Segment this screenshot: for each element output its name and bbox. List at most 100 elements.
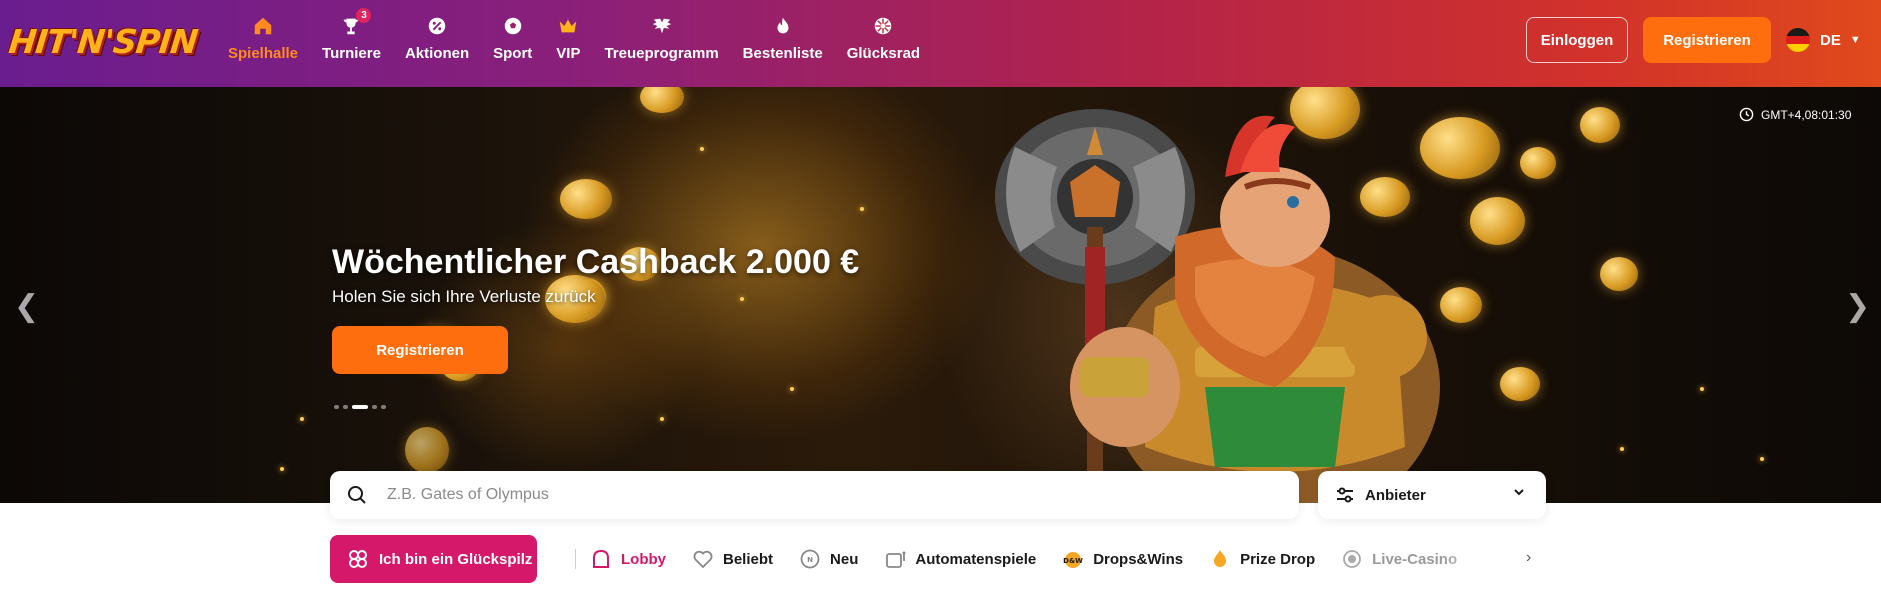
language-selector[interactable]: DE ▼ (1786, 27, 1861, 53)
nav-item-aktionen[interactable]: Aktionen (393, 14, 481, 70)
coin-decoration (1600, 257, 1638, 291)
tab-lobby[interactable]: Lobby (590, 548, 666, 570)
main-nav: Spielhalle 3 Turniere Aktionen Sport VIP… (216, 8, 932, 70)
chevron-down-icon (1514, 489, 1524, 496)
trophy-icon: 3 (339, 8, 372, 38)
hero-subtitle: Holen Sie sich Ihre Verluste zurück (332, 287, 596, 306)
crown-icon (556, 14, 580, 38)
nav-label: Turniere (322, 45, 381, 62)
clover-icon (349, 550, 367, 568)
carousel-dot[interactable] (334, 405, 339, 409)
tab-label: Automatenspiele (915, 550, 1037, 568)
nav-label: Treueprogramm (604, 45, 719, 62)
filter-icon (1337, 487, 1353, 503)
coin-decoration (640, 87, 684, 113)
game-search-bar (330, 471, 1299, 519)
sparkle-decoration (280, 467, 284, 471)
tab-beliebt[interactable]: Beliebt (692, 548, 773, 570)
live-casino-icon (1343, 550, 1362, 568)
notification-badge: 3 (356, 8, 372, 23)
category-tabs: Lobby Beliebt N Neu Automatenspiele D&W … (590, 545, 1483, 573)
fire-icon (771, 14, 795, 38)
lobby-icon (593, 549, 609, 568)
sparkle-decoration (1700, 387, 1704, 391)
nav-item-spielhalle[interactable]: Spielhalle (216, 14, 310, 70)
svg-text:N: N (807, 556, 813, 564)
nav-item-sport[interactable]: Sport (481, 14, 544, 70)
coin-decoration (1470, 197, 1525, 245)
tab-drops-wins[interactable]: D&W Drops&Wins (1062, 548, 1183, 570)
football-icon (501, 14, 525, 38)
sparkle-decoration (740, 297, 744, 301)
provider-dropdown[interactable]: Anbieter (1318, 471, 1546, 519)
coin-decoration (1520, 147, 1556, 179)
coin-decoration (405, 427, 449, 473)
nav-item-vip[interactable]: VIP (544, 14, 592, 70)
lucky-button-label: Ich bin ein Glückspilz (379, 550, 533, 568)
hero-title: Wöchentlicher Cashback 2.000 € (332, 243, 860, 281)
slot-machine-icon (886, 551, 906, 568)
heart-icon (693, 550, 713, 569)
coin-decoration (1500, 367, 1540, 401)
carousel-dots (334, 405, 390, 409)
logo-text: HIT'N'SPIN (6, 21, 200, 61)
carousel-dot[interactable] (352, 405, 368, 409)
tab-label: Drops&Wins (1093, 550, 1184, 568)
nav-item-gluecksrad[interactable]: Glücksrad (835, 14, 932, 70)
lucky-button[interactable]: Ich bin ein Glückspilz (330, 535, 537, 583)
chevron-down-icon: ▼ (1849, 34, 1861, 46)
hero-next-arrow[interactable]: ❯ (1845, 292, 1870, 322)
coin-decoration (1580, 107, 1620, 143)
tab-automatenspiele[interactable]: Automatenspiele (884, 548, 1036, 570)
prize-drop-icon (1214, 550, 1227, 567)
carousel-dot[interactable] (372, 405, 377, 409)
sparkle-decoration (300, 417, 304, 421)
nav-item-bestenliste[interactable]: Bestenliste (731, 14, 835, 70)
sparkle-decoration (1760, 457, 1764, 461)
sparkle-decoration (790, 387, 794, 391)
germany-flag-icon (1786, 28, 1810, 52)
drops-wins-icon: D&W (1063, 552, 1083, 568)
nav-item-turniere[interactable]: 3 Turniere (310, 8, 393, 70)
nav-label: Glücksrad (846, 45, 921, 62)
nav-label: Aktionen (404, 45, 470, 62)
search-icon (348, 486, 366, 504)
tabs-fade-overlay (1440, 538, 1520, 578)
tabs-scroll-right-icon[interactable]: › (1526, 549, 1531, 567)
timezone-text: GMT+4,08:01:30 (1761, 107, 1852, 122)
hero-register-button[interactable]: Registrieren (332, 326, 508, 374)
tab-label: Prize Drop (1240, 550, 1316, 568)
language-code: DE (1820, 31, 1841, 49)
sparkle-decoration (700, 147, 704, 151)
tab-label: Beliebt (723, 550, 774, 568)
new-icon: N (800, 549, 820, 569)
sparkle-decoration (660, 417, 664, 421)
coin-decoration (560, 179, 612, 219)
hero-prev-arrow[interactable]: ❮ (14, 292, 39, 322)
wings-icon (650, 14, 674, 38)
site-logo[interactable]: HIT'N'SPIN (7, 18, 199, 64)
home-icon (251, 14, 275, 38)
nav-label: VIP (556, 45, 581, 62)
login-button[interactable]: Einloggen (1526, 17, 1628, 63)
tab-label: Neu (830, 550, 859, 568)
tab-neu[interactable]: N Neu (799, 548, 858, 570)
sparkle-decoration (860, 207, 864, 211)
carousel-dot[interactable] (381, 405, 386, 409)
nav-label: Bestenliste (742, 45, 823, 62)
top-header: HIT'N'SPIN Spielhalle 3 Turniere Aktione… (0, 0, 1881, 87)
divider (575, 549, 576, 569)
carousel-dot[interactable] (343, 405, 348, 409)
search-input[interactable] (387, 486, 1267, 504)
nav-label: Sport (493, 45, 533, 62)
discount-icon (425, 14, 449, 38)
dwarf-warrior-illustration (995, 109, 1440, 503)
tab-prize-drop[interactable]: Prize Drop (1209, 548, 1315, 570)
register-button[interactable]: Registrieren (1643, 17, 1771, 63)
provider-label: Anbieter (1365, 486, 1426, 504)
sparkle-decoration (1620, 447, 1624, 451)
timezone-clock: GMT+4,08:01:30 (1739, 107, 1851, 122)
clock-icon (1739, 107, 1754, 122)
nav-item-treueprogramm[interactable]: Treueprogramm (592, 14, 730, 70)
svg-text:D&W: D&W (1063, 557, 1083, 565)
